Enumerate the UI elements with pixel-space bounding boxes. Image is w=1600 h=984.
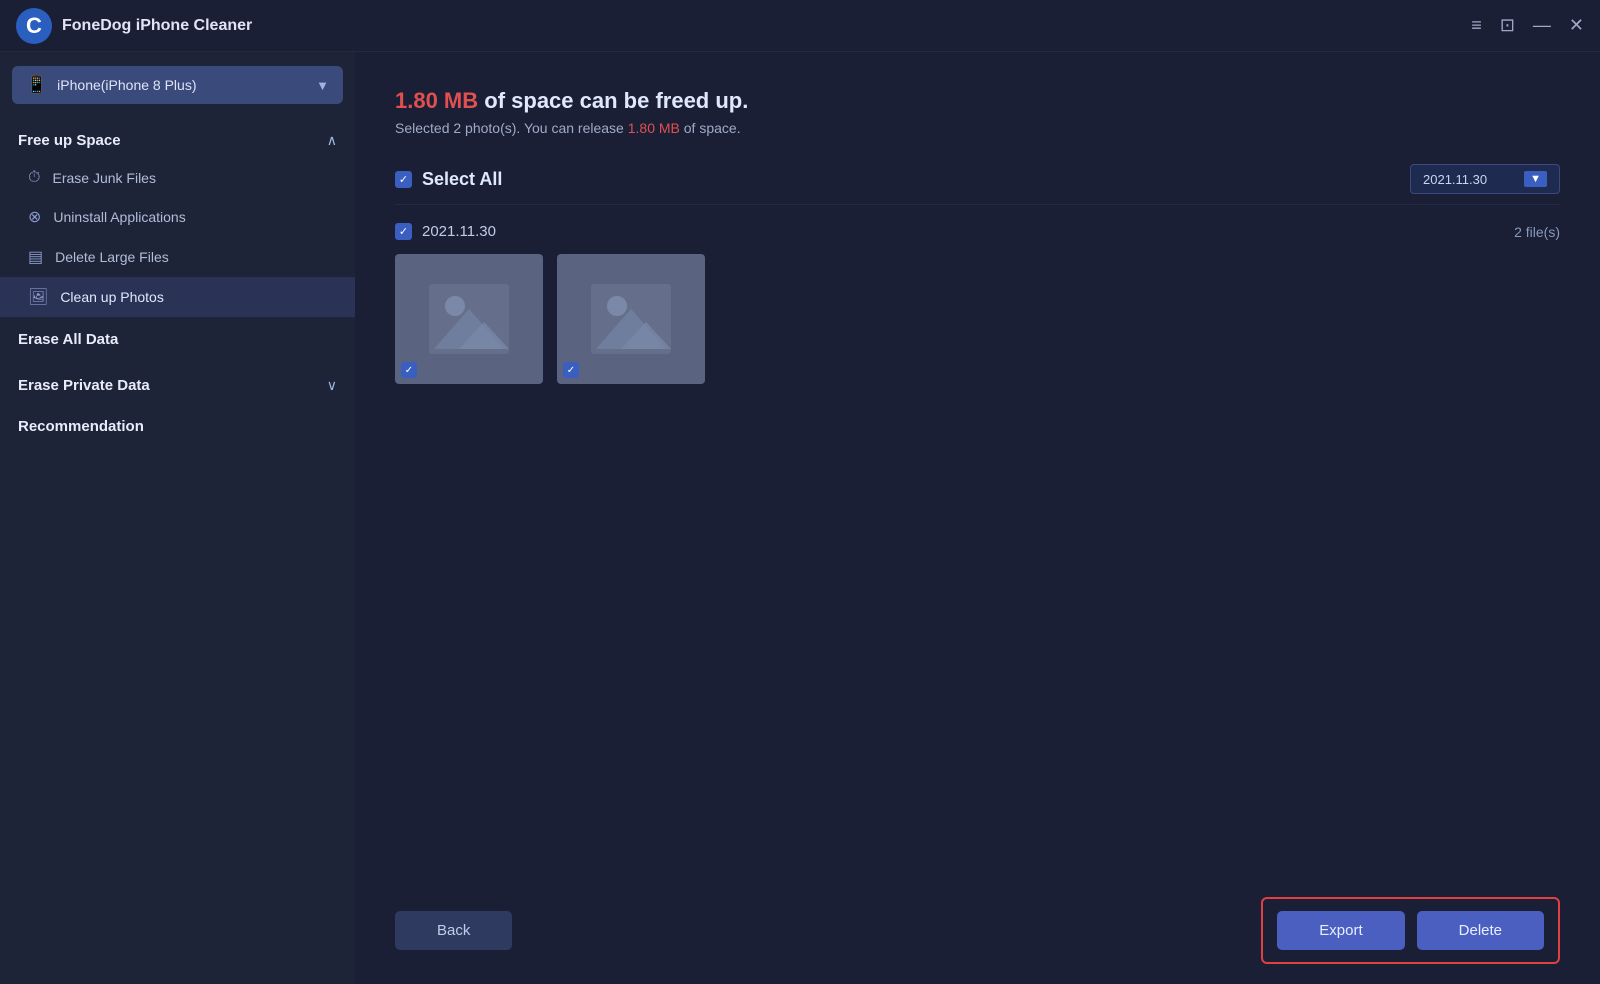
- layout: 📱 iPhone(iPhone 8 Plus) ▼ Free up Space …: [0, 52, 1600, 984]
- date-group: ✓ 2021.11.30 2 file(s): [395, 223, 1560, 384]
- menu-icon[interactable]: ≡: [1471, 15, 1482, 36]
- photo-check-icon-2: ✓: [567, 365, 575, 376]
- subtitle-suffix: of space.: [680, 120, 741, 136]
- dropdown-arrow-icon: ▼: [1524, 171, 1547, 187]
- sidebar-item-delete-large[interactable]: ▤ Delete Large Files: [0, 237, 355, 277]
- space-title-suffix: of space can be freed up.: [478, 88, 748, 113]
- app-title: FoneDog iPhone Cleaner: [62, 17, 252, 35]
- date-group-header: ✓ 2021.11.30 2 file(s): [395, 223, 1560, 240]
- free-up-space-chevron-icon: ∧: [327, 132, 337, 149]
- subtitle-middle: photo(s). You can release: [461, 120, 628, 136]
- erase-private-chevron-icon: ∨: [327, 377, 337, 394]
- photo-item-1: ✓: [395, 254, 543, 384]
- date-group-check-icon: ✓: [399, 225, 408, 238]
- device-name: iPhone(iPhone 8 Plus): [57, 77, 196, 93]
- date-dropdown-value: 2021.11.30: [1423, 172, 1487, 187]
- sidebar: 📱 iPhone(iPhone 8 Plus) ▼ Free up Space …: [0, 52, 355, 984]
- list-icon: ▤: [28, 247, 43, 267]
- space-title: 1.80 MB of space can be freed up.: [395, 88, 1560, 114]
- photo-placeholder-icon-1: [429, 284, 509, 354]
- sidebar-item-label-uninstall: Uninstall Applications: [53, 209, 185, 225]
- image-icon: 🖼: [28, 287, 48, 307]
- subtitle-prefix: Selected: [395, 120, 453, 136]
- chat-icon[interactable]: ⊡: [1500, 15, 1515, 36]
- date-group-checkbox[interactable]: ✓: [395, 223, 412, 240]
- sidebar-section-title-free-up-space: Free up Space: [18, 132, 121, 149]
- photo-placeholder-icon-2: [591, 284, 671, 354]
- titlebar: C FoneDog iPhone Cleaner ≡ ⊡ — ✕: [0, 0, 1600, 52]
- titlebar-controls: ≡ ⊡ — ✕: [1471, 15, 1584, 36]
- sidebar-item-label-erase-junk: Erase Junk Files: [52, 170, 155, 186]
- sidebar-item-uninstall-apps[interactable]: ⊗ Uninstall Applications: [0, 197, 355, 237]
- date-group-left: ✓ 2021.11.30: [395, 223, 496, 240]
- select-all-check-icon: ✓: [399, 173, 408, 186]
- sidebar-item-label-clean-photos: Clean up Photos: [60, 289, 164, 305]
- minimize-icon[interactable]: —: [1533, 15, 1551, 36]
- bottom-bar: Back Export Delete: [355, 897, 1600, 964]
- close-icon[interactable]: ✕: [1569, 15, 1584, 36]
- photo-checkbox-2[interactable]: ✓: [563, 362, 579, 378]
- photo-thumb-1[interactable]: ✓: [395, 254, 543, 384]
- app-logo: C: [16, 8, 52, 44]
- space-subtitle: Selected 2 photo(s). You can release 1.8…: [395, 120, 1560, 136]
- titlebar-left: C FoneDog iPhone Cleaner: [16, 8, 252, 44]
- export-button[interactable]: Export: [1277, 911, 1404, 950]
- select-all-checkbox[interactable]: ✓: [395, 171, 412, 188]
- action-buttons-group: Export Delete: [1261, 897, 1560, 964]
- delete-button[interactable]: Delete: [1417, 911, 1544, 950]
- subtitle-size: 1.80 MB: [628, 120, 680, 136]
- subtitle-count: 2: [453, 120, 461, 136]
- sidebar-item-erase-junk[interactable]: ⏱ Erase Junk Files: [0, 159, 355, 197]
- photos-grid: ✓ ✓: [395, 254, 1560, 384]
- device-selector-left: 📱 iPhone(iPhone 8 Plus): [26, 75, 196, 95]
- device-chevron-icon: ▼: [316, 78, 329, 93]
- select-all-left: ✓ Select All: [395, 169, 502, 190]
- phone-icon: 📱: [26, 75, 47, 95]
- circle-x-icon: ⊗: [28, 207, 41, 227]
- sidebar-section-title-recommendation: Recommendation: [18, 418, 144, 435]
- sidebar-item-label-delete-large: Delete Large Files: [55, 249, 169, 265]
- space-size-highlight: 1.80 MB: [395, 88, 478, 113]
- device-selector[interactable]: 📱 iPhone(iPhone 8 Plus) ▼: [12, 66, 343, 104]
- clock-icon: ⏱: [28, 169, 40, 187]
- date-group-label: 2021.11.30: [422, 223, 496, 240]
- select-all-row: ✓ Select All 2021.11.30 ▼: [395, 164, 1560, 205]
- photo-item-2: ✓: [557, 254, 705, 384]
- select-all-label: Select All: [422, 169, 502, 190]
- sidebar-section-erase-all[interactable]: Erase All Data: [0, 317, 355, 363]
- photo-thumb-2[interactable]: ✓: [557, 254, 705, 384]
- sidebar-section-erase-private: Erase Private Data ∨: [0, 363, 355, 404]
- main-content: 1.80 MB of space can be freed up. Select…: [355, 52, 1600, 984]
- photo-check-icon-1: ✓: [405, 365, 413, 376]
- sidebar-section-free-up-space: Free up Space ∧ ⏱ Erase Junk Files ⊗ Uni…: [0, 118, 355, 317]
- sidebar-item-clean-photos[interactable]: 🖼 Clean up Photos: [0, 277, 355, 317]
- space-header: 1.80 MB of space can be freed up. Select…: [395, 88, 1560, 136]
- sidebar-section-title-erase-all: Erase All Data: [18, 331, 118, 348]
- photo-checkbox-1[interactable]: ✓: [401, 362, 417, 378]
- sidebar-section-header-erase-private[interactable]: Erase Private Data ∨: [0, 363, 355, 404]
- date-dropdown[interactable]: 2021.11.30 ▼: [1410, 164, 1560, 194]
- date-group-count: 2 file(s): [1514, 224, 1560, 240]
- back-button[interactable]: Back: [395, 911, 512, 950]
- sidebar-section-header-free-up-space[interactable]: Free up Space ∧: [0, 118, 355, 159]
- svg-text:C: C: [26, 13, 42, 38]
- sidebar-section-recommendation[interactable]: Recommendation: [0, 404, 355, 450]
- sidebar-section-title-erase-private: Erase Private Data: [18, 377, 150, 394]
